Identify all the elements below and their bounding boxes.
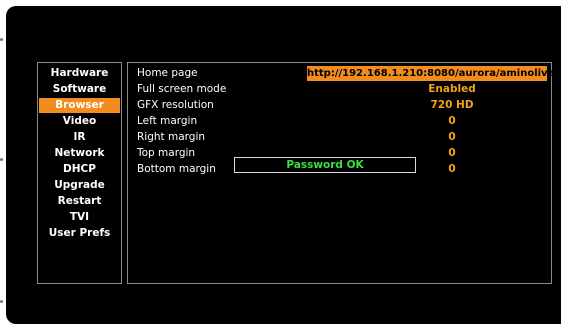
sidebar-item-tvi[interactable]: TVI — [39, 210, 120, 225]
sidebar-item-user-prefs[interactable]: User Prefs — [39, 226, 120, 241]
home-page-value[interactable]: http://192.168.1.210:8080/aurora/aminoli… — [307, 66, 561, 81]
sidebar-item-hardware[interactable]: Hardware — [39, 66, 120, 81]
gfx-resolution-value[interactable]: 720 HD — [357, 98, 547, 113]
sidebar-item-upgrade[interactable]: Upgrade — [39, 178, 120, 193]
sidebar-menu: Hardware Software Browser Video IR Netwo… — [37, 62, 122, 284]
gfx-resolution-label: GFX resolution — [137, 99, 214, 111]
edge-marker — [0, 158, 3, 161]
sidebar-item-browser[interactable]: Browser — [39, 98, 120, 113]
full-screen-mode-label: Full screen mode — [137, 83, 227, 95]
setting-row-right-margin: Right margin 0 — [137, 130, 547, 145]
setting-row-gfx-resolution: GFX resolution 720 HD — [137, 98, 547, 113]
password-status-popup: Password OK — [234, 157, 416, 173]
right-margin-label: Right margin — [137, 131, 206, 143]
sidebar-item-video[interactable]: Video — [39, 114, 120, 129]
sidebar-item-software[interactable]: Software — [39, 82, 120, 97]
full-screen-mode-value[interactable]: Enabled — [357, 82, 547, 97]
bottom-margin-label: Bottom margin — [137, 163, 216, 175]
sidebar-item-ir[interactable]: IR — [39, 130, 120, 145]
edge-marker — [0, 38, 3, 41]
top-margin-label: Top margin — [137, 147, 196, 159]
setting-row-full-screen-mode: Full screen mode Enabled — [137, 82, 547, 97]
screen-frame: Hardware Software Browser Video IR Netwo… — [6, 6, 561, 324]
sidebar-item-restart[interactable]: Restart — [39, 194, 120, 209]
browser-settings-panel: Home page http://192.168.1.210:8080/auro… — [127, 62, 561, 284]
left-margin-value[interactable]: 0 — [357, 114, 547, 129]
left-margin-label: Left margin — [137, 115, 198, 127]
edge-marker — [0, 300, 3, 303]
setting-row-left-margin: Left margin 0 — [137, 114, 547, 129]
right-margin-value[interactable]: 0 — [357, 130, 547, 145]
sidebar-item-dhcp[interactable]: DHCP — [39, 162, 120, 177]
home-page-label: Home page — [137, 67, 198, 79]
sidebar-item-network[interactable]: Network — [39, 146, 120, 161]
setting-row-home-page: Home page http://192.168.1.210:8080/auro… — [137, 66, 561, 81]
